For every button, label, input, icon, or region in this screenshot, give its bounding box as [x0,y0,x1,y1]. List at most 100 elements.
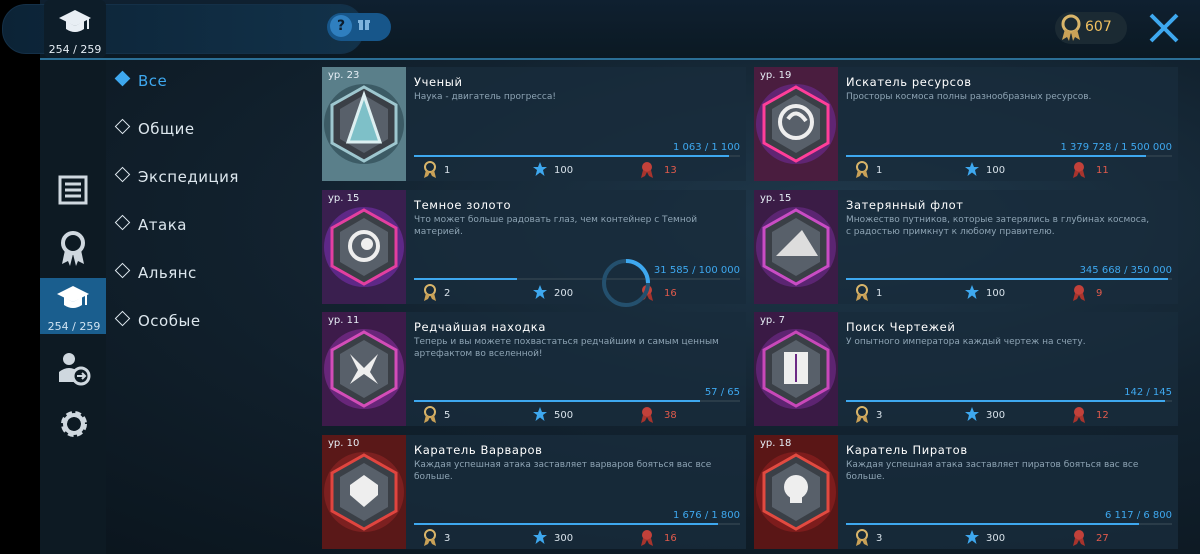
category-5[interactable]: Особые [114,310,201,336]
achievement-card[interactable]: ур. 18 Каратель Пиратов Каждая успешная ат… [754,435,1178,549]
ribbon-icon [1073,407,1085,423]
achievement-description: Теперь и вы можете похвастаться редчайши… [414,337,719,359]
achievement-card[interactable]: ур. 10 Каратель Варваров Каждая успешная а… [322,435,746,549]
category-0[interactable]: Все [114,70,168,96]
achievement-card[interactable]: ур. 11 Редчайшая находка Теперь и вы может… [322,312,746,426]
category-label: Экспедиция [138,168,239,186]
artifact-icon [322,312,406,426]
medal-icon [424,529,436,546]
star-icon [533,407,547,421]
medal-icon [856,406,868,423]
ribbon-icon [641,162,653,178]
reward-stars: 300 [986,410,1006,421]
skull-icon [754,435,838,549]
progress-bar [846,155,1172,157]
progress-fill [846,523,1139,525]
category-3[interactable]: Атака [114,214,187,240]
medal-count: 607 [1085,19,1112,35]
ribbon-icon [1073,530,1085,546]
reward-medals: 3 [444,533,451,544]
achievement-description: Каждая успешная атака заставляет пиратов… [846,460,1139,482]
reward-medals: 1 [444,165,451,176]
category-label: Общие [138,120,195,138]
diamond-bullet-icon [114,262,131,279]
achievement-card[interactable]: ур. 23 Ученый Наука - двигатель прогресса!… [322,67,746,181]
medal-icon [856,284,868,301]
achievement-description: Что может больше радовать глаз, чем конт… [414,215,698,237]
achievement-progress: 1 063 / 1 100 [673,142,740,153]
flask-icon [322,67,406,181]
medal-icon [61,231,85,266]
category-4[interactable]: Альянс [114,262,197,288]
reward-ribbons: 27 [1096,533,1109,544]
progress-bar [846,523,1172,525]
progress-fill [414,400,700,402]
reward-stars: 300 [986,533,1006,544]
category-label: Альянс [138,264,197,282]
reward-medals: 1 [876,165,883,176]
achievement-level: ур. 19 [760,70,792,81]
reward-stars: 100 [986,288,1006,299]
achievement-level: ур. 15 [328,193,360,204]
reward-stars: 100 [986,165,1006,176]
achievement-progress: 1 379 728 / 1 500 000 [1060,142,1172,153]
achievement-title: Поиск Чертежей [846,320,956,334]
achievement-progress: 142 / 145 [1124,387,1172,398]
progress-bar [846,278,1172,280]
star-icon [965,162,979,176]
help-button[interactable]: ? [330,15,352,37]
progress-bar [414,278,740,280]
diamond-bullet-icon [114,214,131,231]
category-label: Атака [138,216,187,234]
reward-medals: 3 [876,410,883,421]
achievements-count: 254 / 259 [47,320,101,333]
medal-icon [856,161,868,178]
reward-stars: 300 [554,533,574,544]
progress-fill [414,278,517,280]
nav-item-medals[interactable] [40,222,106,272]
loading-spinner [602,259,650,307]
achievement-progress: 57 / 65 [704,387,740,398]
achievement-card[interactable]: ур. 19 Искатель ресурсов Просторы космоса … [754,67,1178,181]
reward-ribbons: 12 [1096,410,1109,421]
progress-fill [414,155,729,157]
diamond-bullet-icon [114,310,131,327]
achievement-title: Темное золото [414,198,512,212]
achievement-level: ур. 18 [760,438,792,449]
achievement-progress: 345 668 / 350 000 [1079,265,1172,276]
reward-medals: 3 [876,533,883,544]
progress-fill [846,155,1146,157]
achievement-description: Просторы космоса полны разнообразных рес… [846,92,1092,102]
gift-icon [358,20,370,30]
close-icon[interactable] [1146,10,1182,46]
diamond-bullet-icon [114,118,131,135]
achievement-description: Каждая успешная атака заставляет варваро… [414,460,712,482]
star-icon [965,407,979,421]
progress-bar [414,155,740,157]
nav-item-log[interactable] [40,165,106,215]
nav-item-relations[interactable] [40,342,106,392]
achievement-title: Ученый [414,75,463,89]
category-1[interactable]: Общие [114,118,195,144]
graduation-cap-icon [57,286,89,308]
medal-icon [856,529,868,546]
achievement-card[interactable]: ур. 7 Поиск Чертежей У опытного императора… [754,312,1178,426]
diamond-bullet-icon [114,70,131,87]
achievement-description: Множество путников, которые затерялись в… [846,215,1150,237]
achievement-progress: 6 117 / 6 800 [1105,510,1172,521]
achievement-card[interactable]: ур. 15 Темное золото Что может больше радо… [322,190,746,304]
reward-medals: 1 [876,288,883,299]
progress-bar [414,400,740,402]
achievement-description: Наука - двигатель прогресса! [414,92,556,102]
star-icon [965,530,979,544]
medal-icon [424,284,436,301]
category-label: Все [138,72,168,90]
ribbon-icon [1073,162,1085,178]
category-2[interactable]: Экспедиция [114,166,239,192]
achievement-level: ур. 11 [328,315,360,326]
achievement-card[interactable]: ур. 15 Затерянный флот Множество путников,… [754,190,1178,304]
nav-item-settings[interactable] [40,398,106,448]
medal-icon [1061,14,1081,41]
achievement-title: Затерянный флот [846,198,964,212]
achievement-progress: 31 585 / 100 000 [653,265,740,276]
